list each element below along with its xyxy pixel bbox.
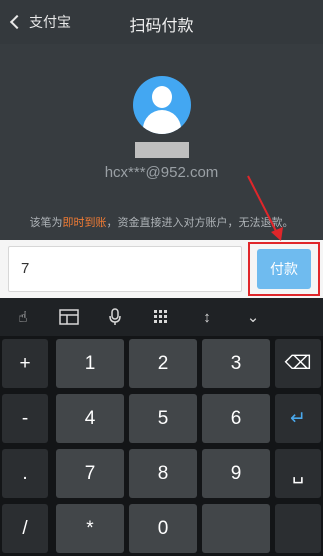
payee-account: hcx***@952.com <box>104 164 219 181</box>
payee-name-redacted <box>135 142 189 158</box>
top-bar: 支付宝 扫码付款 <box>0 0 323 44</box>
key-4[interactable]: 4 <box>56 394 124 443</box>
key-blank[interactable] <box>202 504 270 553</box>
enter-key[interactable]: ↵ <box>275 394 321 443</box>
mic-icon[interactable] <box>92 298 138 336</box>
cursor-move-icon[interactable]: ↕ <box>184 298 230 336</box>
alipay-scan-pay-screen: 支付宝 扫码付款 hcx***@952.com 该笔为即时到账，资金直接进入对方… <box>0 0 323 556</box>
page-title: 扫码付款 <box>129 18 194 35</box>
key-8[interactable]: 8 <box>129 449 197 498</box>
key-plus[interactable]: + <box>2 339 48 388</box>
key-5[interactable]: 5 <box>129 394 197 443</box>
space-key[interactable]: ␣ <box>275 449 321 498</box>
notice-suffix: ，资金直接进入对方账户，无法退款。 <box>106 217 294 229</box>
numpad-icon[interactable] <box>138 298 184 336</box>
keyboard-toolbar: ☝ ↕ ⌄ <box>0 298 323 336</box>
payee-panel: hcx***@952.com 该笔为即时到账，资金直接进入对方账户，无法退款。 <box>0 44 323 240</box>
key-7[interactable]: 7 <box>56 449 124 498</box>
key-3[interactable]: 3 <box>202 339 270 388</box>
key-asterisk[interactable]: * <box>56 504 124 553</box>
key-dot[interactable]: . <box>2 449 48 498</box>
pay-button-highlight-box: 付款 <box>248 242 320 296</box>
avatar-head <box>152 86 172 108</box>
key-minus[interactable]: - <box>2 394 48 443</box>
payment-notice: 该笔为即时到账，资金直接进入对方账户，无法退款。 <box>0 214 323 230</box>
amount-input[interactable]: 7 <box>8 246 242 292</box>
key-9[interactable]: 9 <box>202 449 270 498</box>
collapse-icon[interactable]: ⌄ <box>230 298 276 336</box>
amount-row: 7 付款 <box>0 240 323 298</box>
numeric-keyboard: ☝ ↕ ⌄ + 1 2 3 ⌫ - 4 5 6 ↵ . 7 8 9 ␣ / * <box>0 298 323 556</box>
layout-icon[interactable] <box>46 298 92 336</box>
pay-button[interactable]: 付款 <box>257 249 311 289</box>
notice-highlight: 即时到账 <box>62 217 107 229</box>
gesture-icon[interactable]: ☝ <box>0 298 46 336</box>
backspace-key[interactable]: ⌫ <box>275 339 321 388</box>
key-0[interactable]: 0 <box>129 504 197 553</box>
key-slash[interactable]: / <box>2 504 48 553</box>
avatar <box>133 76 191 134</box>
key-1[interactable]: 1 <box>56 339 124 388</box>
key-6[interactable]: 6 <box>202 394 270 443</box>
avatar-shoulders <box>143 110 181 134</box>
key-2[interactable]: 2 <box>129 339 197 388</box>
notice-prefix: 该笔为 <box>29 217 63 229</box>
key-blank-side[interactable] <box>275 504 321 553</box>
